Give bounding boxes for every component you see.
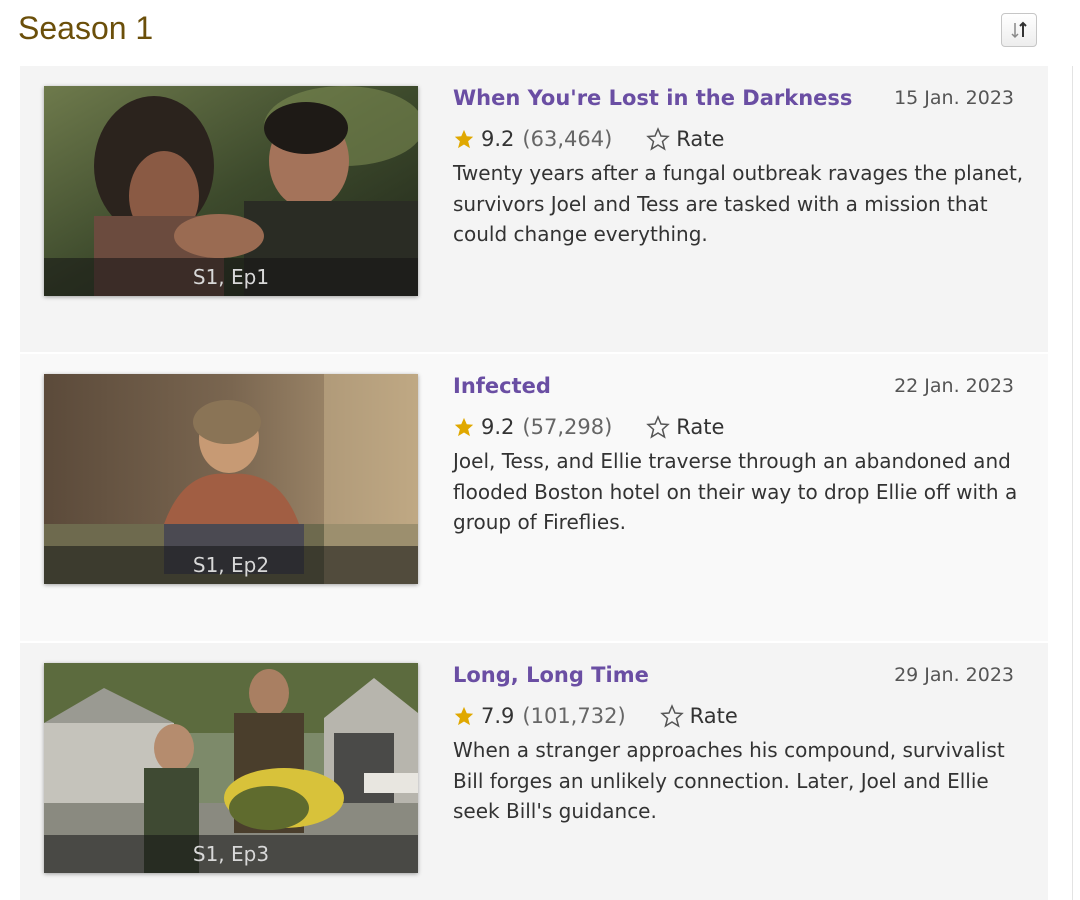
star-outline-icon [646,127,671,151]
episode-number-label: S1, Ep1 [44,258,418,296]
episode-thumbnail[interactable]: S1, Ep3 [44,663,418,873]
vote-count: (63,464) [522,127,613,151]
air-date: 15 Jan. 2023 [894,87,1014,109]
episode-number-label: S1, Ep2 [44,546,418,584]
air-date: 22 Jan. 2023 [894,375,1014,397]
rate-label: Rate [676,415,725,439]
rating-score: 9.2 [481,415,515,439]
episode-description: Joel, Tess, and Ellie traverse through a… [453,449,1018,534]
star-filled-icon [454,417,474,437]
episode-description: Twenty years after a fungal outbreak rav… [453,161,1024,246]
star-outline-icon [659,704,684,728]
star-filled-icon [454,129,474,149]
episode-title-link[interactable]: When You're Lost in the Darkness [453,86,852,110]
episode-info: When You're Lost in the Darkness 15 Jan.… [453,86,1028,250]
sort-button[interactable] [1001,13,1037,47]
rate-label: Rate [676,127,725,151]
rate-button[interactable]: Rate [659,704,738,728]
episode-description: When a stranger approaches his compound,… [453,738,1005,823]
episode-card: S1, Ep3 Long, Long Time 29 Jan. 2023 7.9… [20,643,1048,900]
rate-label: Rate [689,704,738,728]
scrollbar-track [1072,66,1073,900]
season-title: Season 1 [18,10,154,46]
episode-info: Infected 22 Jan. 2023 9.2 (57,298) Rate … [453,374,1028,538]
rating-score: 7.9 [481,704,515,728]
episode-title-link[interactable]: Long, Long Time [453,663,649,687]
rate-button[interactable]: Rate [646,127,724,151]
episode-card: S1, Ep1 When You're Lost in the Darkness… [20,66,1048,352]
rate-button[interactable]: Rate [646,415,724,439]
episode-info: Long, Long Time 29 Jan. 2023 7.9 (101,73… [453,663,1028,827]
episode-thumbnail[interactable]: S1, Ep1 [44,86,418,296]
vote-count: (57,298) [522,415,613,439]
sort-toggle-icon [1011,21,1027,39]
vote-count: (101,732) [522,704,626,728]
rating-row: 9.2 (57,298) Rate [453,412,1028,442]
rating-row: 9.2 (63,464) Rate [453,124,1028,154]
star-outline-icon [646,415,671,439]
star-filled-icon [454,706,474,726]
episode-thumbnail[interactable]: S1, Ep2 [44,374,418,584]
episode-number-label: S1, Ep3 [44,835,418,873]
rating-row: 7.9 (101,732) Rate [453,701,1028,731]
rating-score: 9.2 [481,127,515,151]
episode-title-link[interactable]: Infected [453,374,551,398]
air-date: 29 Jan. 2023 [894,664,1014,686]
episode-card: S1, Ep2 Infected 22 Jan. 2023 9.2 (57,29… [20,354,1048,641]
